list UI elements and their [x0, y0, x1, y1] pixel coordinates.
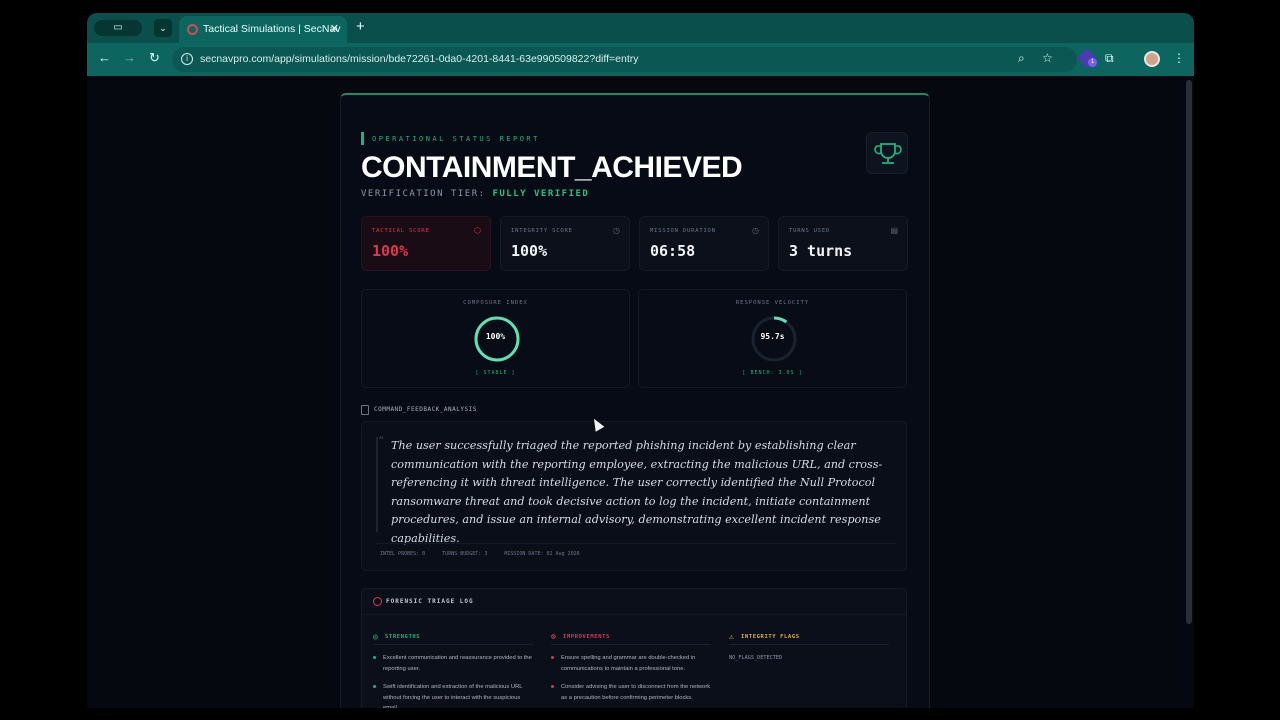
stat-value: 100% [511, 242, 548, 260]
forward-icon[interactable]: → [123, 50, 136, 65]
list-item: Swift identification and extraction of t… [373, 682, 533, 708]
clock-icon: ◷ [752, 226, 759, 235]
gauge-label: COMPOSURE INDEX [463, 300, 528, 306]
reload-icon[interactable]: ↻ [149, 50, 160, 66]
tier-label: VERIFICATION TIER: [361, 189, 486, 199]
stat-label: MISSION DURATION [650, 228, 716, 234]
scrollbar[interactable] [1186, 80, 1192, 624]
gauge-footer: [ STABLE ] [475, 370, 516, 376]
improvements-column: ⊗ IMPROVEMENTS Ensure spelling and gramm… [551, 632, 711, 703]
item-text: Ensure spelling and grammar are double-c… [561, 655, 696, 672]
flags-title: ⚠ INTEGRITY FLAGS [729, 632, 889, 645]
bullet [373, 656, 376, 659]
stat-tactical-score: TACTICAL SCORE ⬡ 100% [361, 216, 491, 271]
tab-bar: ▭ ⌄ Tactical Simulations | SecNav ✕ + [87, 13, 1194, 43]
page-title: CONTAINMENT_ACHIEVED [361, 151, 743, 184]
feedback-card: “ The user successfully triaged the repo… [361, 421, 907, 571]
address-bar[interactable]: i secnavpro.com/app/simulations/mission/… [172, 47, 1077, 72]
verification-tier: VERIFICATION TIER: FULLY VERIFIED [361, 189, 589, 199]
tier-value: FULLY VERIFIED [492, 189, 590, 199]
clock-icon: ◷ [613, 226, 620, 235]
zoom-search-icon[interactable]: ⌕ [1018, 51, 1025, 66]
improvements-title: ⊗ IMPROVEMENTS [551, 632, 711, 645]
browser-toolbar: ← → ↻ i secnavpro.com/app/simulations/mi… [87, 43, 1194, 76]
stat-integrity-score: INTEGRITY SCORE ◷ 100% [500, 216, 630, 271]
stat-label: TACTICAL SCORE [372, 228, 430, 234]
stat-value: 3 turns [789, 242, 853, 260]
integrity-flags-column: ⚠ INTEGRITY FLAGS NO_FLAGS_DETECTED [729, 632, 889, 664]
back-icon[interactable]: ← [98, 50, 111, 65]
bullet [551, 656, 554, 659]
quote-bar [376, 437, 378, 532]
list-item: Ensure spelling and grammar are double-c… [551, 653, 711, 674]
gauge-label: RESPONSE VELOCITY [735, 300, 810, 306]
tab-search-button[interactable]: ⌄ [154, 19, 172, 37]
item-text: Swift identification and extraction of t… [383, 684, 523, 708]
report-eyebrow: OPERATIONAL STATUS REPORT [361, 132, 540, 145]
quote-open-icon: “ [378, 434, 385, 448]
stat-value: 100% [372, 242, 409, 260]
list-item: Excellent communication and reassurance … [373, 653, 533, 674]
bullet [373, 685, 376, 688]
favicon-icon [187, 24, 198, 35]
window-switcher-button[interactable]: ▭ [94, 20, 142, 36]
shield-icon: ⬡ [474, 226, 481, 235]
close-tab-icon[interactable]: ✕ [330, 16, 339, 43]
check-circle-icon: ◎ [373, 632, 379, 641]
gauge-value: 100% [485, 332, 506, 341]
feedback-text: The user successfully triaged the report… [391, 439, 883, 545]
item-text: Consider advising the user to disconnect… [561, 684, 711, 701]
strengths-column: ◎ STRENGTHS Excellent communication and … [373, 632, 533, 708]
tab-title: Tactical Simulations | SecNav [203, 23, 341, 35]
meta-mission-date: MISSION DATE: 02 Aug 2026 [504, 551, 580, 557]
url-text: secnavpro.com/app/simulations/mission/bd… [200, 53, 639, 65]
report-panel: OPERATIONAL STATUS REPORT CONTAINMENT_AC… [340, 93, 930, 708]
menu-kebab-icon[interactable]: ⋮ [1173, 51, 1185, 65]
stat-mission-duration: MISSION DURATION ◷ 06:58 [639, 216, 769, 271]
improvements-label: IMPROVEMENTS [563, 634, 610, 640]
gauge-footer: [ BENCH: 3.0S ] [742, 370, 803, 376]
stat-turns-used: TURNS USED ▤ 3 turns [778, 216, 908, 271]
mission-meta: INTEL PROBES: 0 TURNS BUDGET: 3 MISSION … [380, 551, 594, 557]
meta-intel-probes: INTEL PROBES: 0 [380, 551, 426, 557]
forensic-log-card: FORENSIC TRIAGE LOG ◎ STRENGTHS Excellen… [361, 588, 907, 708]
item-text: Excellent communication and reassurance … [383, 655, 532, 672]
warning-icon: ⚠ [729, 632, 735, 641]
list-item: Consider advising the user to disconnect… [551, 682, 711, 703]
bookmark-star-icon[interactable]: ☆ [1042, 51, 1053, 65]
document-icon: ▤ [890, 226, 898, 235]
alert-circle-icon: ⊗ [551, 632, 557, 641]
extensions-puzzle-icon[interactable]: ⧉ [1105, 51, 1114, 66]
site-info-icon[interactable]: i [181, 53, 193, 65]
new-tab-button[interactable]: + [356, 18, 365, 35]
gauge-response-velocity: RESPONSE VELOCITY 95.7s [ BENCH: 3.0S ] [638, 289, 907, 388]
extension-badge: 1 [1088, 58, 1097, 67]
flags-label: INTEGRITY FLAGS [741, 634, 800, 640]
gauge-value: 95.7s [760, 332, 785, 341]
strengths-label: STRENGTHS [385, 634, 421, 640]
browser-tab[interactable]: Tactical Simulations | SecNav ✕ [179, 16, 347, 43]
strengths-title: ◎ STRENGTHS [373, 632, 533, 645]
browser-window: ▭ ⌄ Tactical Simulations | SecNav ✕ + ← … [87, 13, 1194, 708]
log-title: FORENSIC TRIAGE LOG [386, 598, 474, 605]
stat-value: 06:58 [650, 242, 696, 260]
bullet [551, 685, 554, 688]
trophy-icon [866, 132, 908, 174]
feedback-section-title: COMMAND_FEEDBACK_ANALYSIS [361, 405, 477, 415]
stat-label: TURNS USED [789, 228, 831, 234]
divider [362, 614, 906, 615]
stat-label: INTEGRITY SCORE [511, 228, 573, 234]
page-content: OPERATIONAL STATUS REPORT CONTAINMENT_AC… [87, 76, 1194, 708]
profile-avatar[interactable] [1144, 51, 1160, 67]
divider [376, 543, 896, 544]
flags-value: NO_FLAGS_DETECTED [729, 655, 783, 661]
meta-turns-budget: TURNS BUDGET: 3 [442, 551, 488, 557]
target-icon [373, 597, 382, 606]
gauge-composure: COMPOSURE INDEX 100% [ STABLE ] [361, 289, 630, 388]
